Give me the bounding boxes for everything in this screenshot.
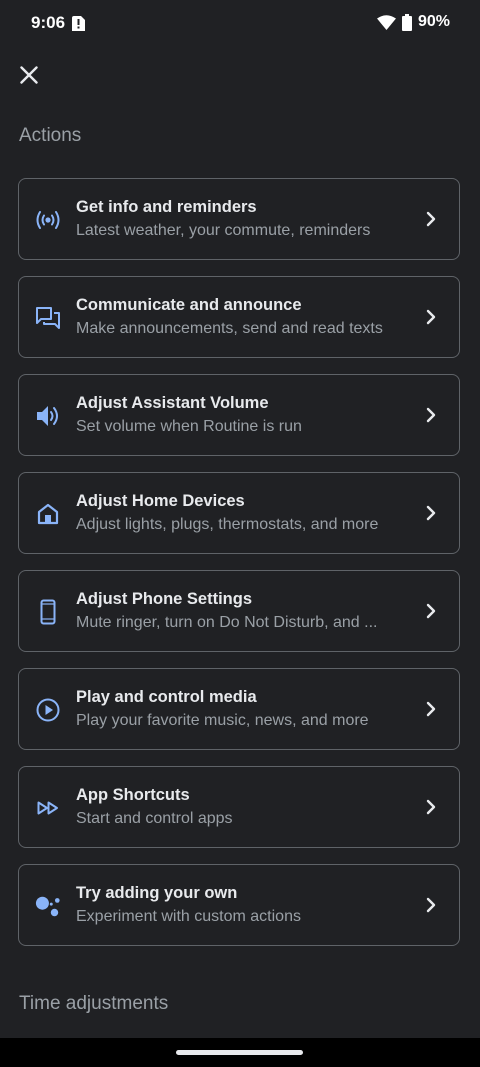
battery-percent: 90% (417, 13, 450, 30)
action-card-app-shortcuts[interactable]: App Shortcuts Start and control apps (18, 766, 460, 848)
action-card-get-info[interactable]: Get info and reminders Latest weather, y… (18, 178, 460, 260)
action-card-volume[interactable]: Adjust Assistant Volume Set volume when … (18, 374, 460, 456)
action-card-custom[interactable]: Try adding your own Experiment with cust… (18, 864, 460, 946)
action-subtitle: Mute ringer, turn on Do Not Disturb, and… (76, 614, 378, 631)
battery-icon (401, 13, 412, 31)
volume-icon (35, 403, 61, 429)
action-title: Get info and reminders (76, 198, 257, 216)
close-icon (20, 66, 38, 84)
action-subtitle: Experiment with custom actions (76, 908, 301, 925)
status-time: 9:06 (31, 13, 66, 32)
home-gesture-handle[interactable] (176, 1050, 303, 1055)
action-title: Adjust Home Devices (76, 492, 245, 510)
alert-icon (72, 16, 85, 31)
action-title: Communicate and announce (76, 296, 302, 314)
time-adjustments-section-title: Time adjustments (19, 993, 169, 1014)
home-icon (35, 501, 61, 527)
actions-section-title: Actions (19, 125, 82, 146)
action-card-media[interactable]: Play and control media Play your favorit… (18, 668, 460, 750)
chevron-right-icon (421, 797, 441, 817)
action-title: App Shortcuts (76, 786, 190, 804)
chevron-right-icon (421, 699, 441, 719)
chevron-right-icon (421, 307, 441, 327)
action-card-communicate[interactable]: Communicate and announce Make announceme… (18, 276, 460, 358)
play-icon (35, 697, 61, 723)
assistant-dots-icon (35, 893, 61, 919)
fast-forward-icon (35, 795, 61, 821)
action-subtitle: Start and control apps (76, 810, 233, 827)
action-subtitle: Latest weather, your commute, reminders (76, 222, 371, 239)
close-button[interactable] (14, 60, 44, 90)
action-subtitle: Play your favorite music, news, and more (76, 712, 369, 729)
status-indicators: 90% (376, 13, 450, 31)
chevron-right-icon (421, 503, 441, 523)
action-title: Adjust Phone Settings (76, 590, 253, 608)
action-card-home-devices[interactable]: Adjust Home Devices Adjust lights, plugs… (18, 472, 460, 554)
chat-icon (35, 305, 61, 331)
action-title: Try adding your own (76, 884, 238, 902)
navigation-bar (0, 1038, 480, 1067)
chevron-right-icon (421, 405, 441, 425)
action-subtitle: Make announcements, send and read texts (76, 320, 383, 337)
routine-actions-screen: 9:06 90% Actions Get info and reminders … (0, 0, 480, 1067)
status-bar: 9:06 90% (0, 0, 480, 48)
action-title: Adjust Assistant Volume (76, 394, 269, 412)
action-subtitle: Adjust lights, plugs, thermostats, and m… (76, 516, 379, 533)
chevron-right-icon (421, 895, 441, 915)
chevron-right-icon (421, 601, 441, 621)
action-title: Play and control media (76, 688, 257, 706)
action-subtitle: Set volume when Routine is run (76, 418, 302, 435)
wifi-icon (376, 14, 396, 30)
broadcast-icon (35, 207, 61, 233)
phone-icon (35, 599, 61, 625)
action-card-phone-settings[interactable]: Adjust Phone Settings Mute ringer, turn … (18, 570, 460, 652)
chevron-right-icon (421, 209, 441, 229)
